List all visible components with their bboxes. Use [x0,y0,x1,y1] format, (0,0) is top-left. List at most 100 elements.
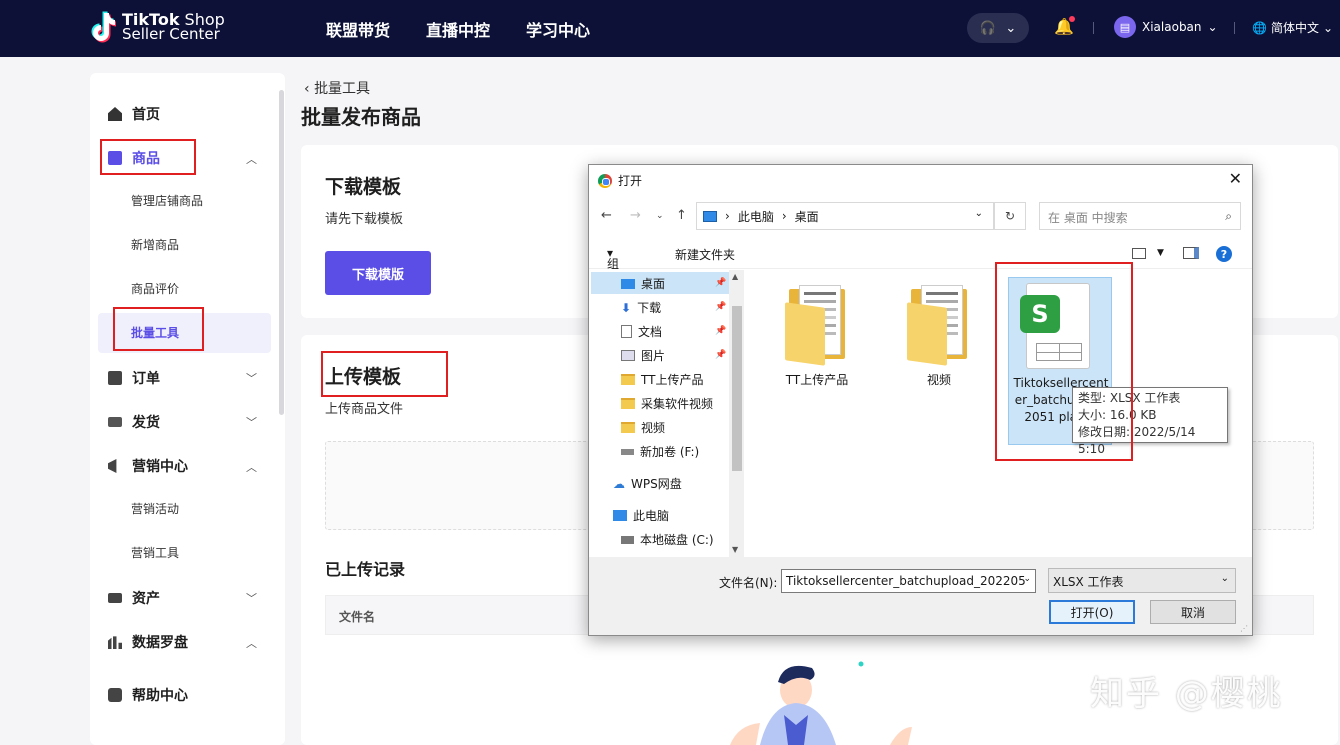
home-icon [108,107,122,121]
open-button[interactable]: 打开(O) [1049,600,1135,624]
brand-subtitle: Seller Center [122,25,220,43]
cancel-button[interactable]: 取消 [1150,600,1236,624]
sidebar-item-orders[interactable]: 订单 [108,368,160,388]
bar-chart-icon [108,636,122,649]
help-icon [108,688,122,702]
topnav-affiliate[interactable]: 联盟带货 [326,17,390,41]
chevron-down-icon[interactable]: ▼ [1157,248,1164,258]
tree-item-pictures[interactable]: 图片 [621,347,665,364]
organize-menu[interactable]: 组织 ▾ [607,246,619,288]
chevron-up-icon[interactable]: ︿ [246,459,257,475]
close-icon[interactable]: ✕ [1229,169,1242,188]
chevron-down-icon: ⌄ [1005,20,1017,36]
view-mode-icon[interactable] [1132,248,1146,259]
tree-scrollbar-thumb[interactable] [732,306,742,471]
chrome-icon [598,173,612,188]
download-title: 下载模板 [325,176,402,198]
tiktok-logo-icon [91,11,116,43]
sidebar-item-marketing-tools[interactable]: 营销工具 [131,544,179,561]
download-subtitle: 请先下载模板 [325,212,404,227]
chevron-down-icon[interactable]: ﹀ [246,414,257,430]
tree-item-wps-cloud[interactable]: ☁ WPS网盘 [613,475,682,492]
back-arrow-icon[interactable]: ← [601,208,612,223]
document-icon [621,325,632,338]
top-nav: 联盟带货 直播中控 学习中心 [326,17,590,41]
filename-input[interactable]: Tiktoksellercenter_batchupload_202205 ⌄ [781,569,1036,593]
tree-item-desktop[interactable]: 桌面 [621,275,665,292]
sidebar-item-reviews[interactable]: 商品评价 [131,280,179,297]
sidebar-item-data-compass[interactable]: 数据罗盘 [108,632,188,652]
wallet-icon [108,593,122,603]
chevron-up-icon[interactable]: ︿ [246,151,257,167]
tree-item-drive-f[interactable]: 新加卷 (F:) [621,443,699,460]
user-menu[interactable]: ▤ Xialaoban ⌄ [1114,16,1218,38]
tree-item-this-pc[interactable]: 此电脑 [613,507,669,524]
tree-item-tt-upload[interactable]: TT上传产品 [621,371,703,388]
pin-icon: 📌 [715,350,727,360]
highlight-upload-title [321,351,448,397]
tiktok-shop-logo[interactable]: TikTok Shop Seller Center [90,11,225,43]
folder-icon [621,398,635,409]
chevron-up-icon[interactable]: ︿ [246,635,257,651]
truck-icon [108,417,122,427]
sidebar-item-home[interactable]: 首页 [108,104,160,124]
sidebar-scrollbar[interactable] [279,90,284,415]
scroll-down-icon[interactable]: ▼ [732,545,738,554]
recent-dropdown-icon[interactable]: ⌄ [656,211,664,221]
filename-label: 文件名(N): [719,576,778,590]
sidebar-item-campaigns[interactable]: 营销活动 [131,500,179,517]
refresh-icon[interactable]: ↻ [994,202,1026,230]
pictures-icon [621,350,635,361]
headset-icon: 🎧 [979,20,996,36]
search-icon: ⌕ [1225,209,1232,223]
resize-grip-icon[interactable]: ⋰ [1240,624,1248,633]
sidebar-item-add-product[interactable]: 新增商品 [131,236,179,253]
file-folder-tt-upload[interactable]: TT上传产品 [777,283,857,388]
breadcrumb[interactable]: ‹ 批量工具 [304,78,370,98]
tree-item-documents[interactable]: 文档 [621,323,662,340]
chevron-down-icon[interactable]: ﹀ [246,370,257,386]
help-icon[interactable]: ? [1216,246,1232,262]
highlight-products [100,139,196,175]
topnav-learning-center[interactable]: 学习中心 [526,17,590,41]
up-arrow-icon[interactable]: ↑ [676,208,687,223]
dialog-search-input[interactable]: 在 桌面 中搜索 ⌕ [1039,202,1241,230]
topnav-live-control[interactable]: 直播中控 [426,17,490,41]
sidebar-item-assets[interactable]: 资产 [108,588,160,608]
forward-arrow-icon[interactable]: → [630,208,641,223]
divider [1234,22,1235,34]
sidebar-item-marketing[interactable]: 营销中心 [108,456,188,476]
file-folder-videos[interactable]: 视频 [899,283,979,388]
filetype-select[interactable]: XLSX 工作表 ⌄ [1048,568,1236,593]
tree-item-drive-c[interactable]: 本地磁盘 (C:) [621,531,714,548]
download-template-button[interactable]: 下载模版 [325,251,431,295]
pin-icon: 📌 [715,326,727,336]
new-folder-button[interactable]: 新建文件夹 [675,246,735,263]
pin-icon: 📌 [715,302,727,312]
chevron-down-icon[interactable]: ﹀ [246,590,257,606]
sidebar-item-help-center[interactable]: 帮助中心 [108,685,188,705]
sidebar-item-manage-products[interactable]: 管理店铺商品 [131,192,203,209]
address-bar[interactable]: › 此电脑 › 桌面 ⌄ [696,202,994,230]
tree-item-videos[interactable]: 视频 [621,419,665,436]
support-button[interactable]: 🎧 ⌄ [967,13,1029,43]
chevron-down-icon[interactable]: ⌄ [1023,574,1031,584]
language-switch[interactable]: 🌐 简体中文 ⌄ [1252,19,1333,36]
preview-pane-icon[interactable] [1183,247,1199,259]
scroll-up-icon[interactable]: ▲ [732,272,738,281]
tree-item-downloads[interactable]: ⬇ 下载 [621,299,661,316]
computer-icon [703,210,717,222]
path-this-pc[interactable]: 此电脑 [738,208,774,225]
folder-icon [621,422,635,433]
tree-item-collect-video[interactable]: 采集软件视频 [621,395,713,412]
divider [1093,22,1094,34]
language-label: 简体中文 [1270,21,1319,35]
chevron-down-icon[interactable]: ⌄ [975,208,983,219]
folder-icon [907,283,971,366]
top-bar: TikTok Shop Seller Center 联盟带货 直播中控 学习中心… [0,0,1340,57]
dialog-nav-row: ← → ⌄ ↑ › 此电脑 › 桌面 ⌄ ↻ 在 桌面 中搜索 ⌕ [589,199,1252,233]
highlight-xlsx-file [995,262,1133,461]
chevron-down-icon: ⌄ [1220,573,1229,584]
path-desktop[interactable]: 桌面 [795,208,819,225]
sidebar-item-shipping[interactable]: 发货 [108,412,160,432]
